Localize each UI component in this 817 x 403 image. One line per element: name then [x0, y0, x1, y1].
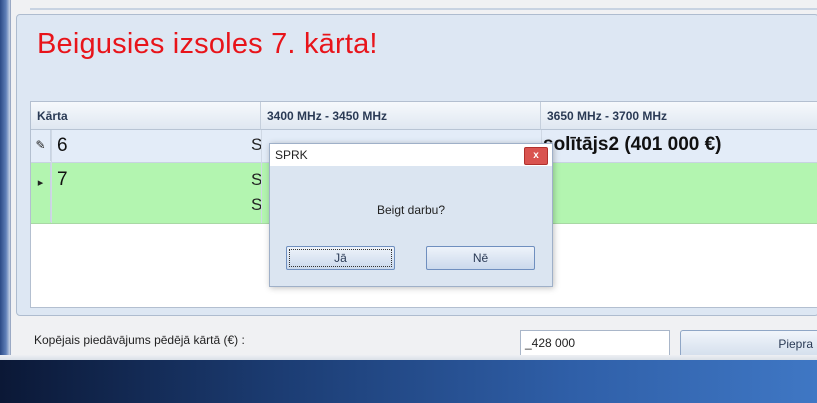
yes-button[interactable]: Jā: [286, 246, 395, 270]
total-bid-field[interactable]: _428 000: [520, 330, 670, 356]
dialog-message: Beigt darbu?: [376, 203, 446, 217]
grid-line: [51, 130, 52, 223]
close-icon[interactable]: x: [524, 147, 548, 165]
no-button[interactable]: Nē: [426, 246, 535, 270]
submit-button[interactable]: Piepra: [680, 330, 817, 358]
total-bid-label: Kopējais piedāvājums pēdējā kārtā (€) :: [34, 333, 245, 347]
column-header-band-3400[interactable]: 3400 MHz - 3450 MHz: [261, 102, 541, 130]
window-frame-edge: [0, 0, 10, 360]
edit-row-icon: ✎: [31, 130, 51, 161]
round-number: 6: [57, 135, 68, 156]
column-header-round[interactable]: Kārta: [31, 102, 261, 130]
dialog-title: SPRK: [270, 144, 552, 166]
grid-line: [261, 130, 262, 223]
round-number: 7: [57, 169, 68, 190]
current-row-arrow-icon: ▸: [31, 163, 51, 222]
top-divider: [30, 8, 817, 10]
desktop-background: [0, 360, 817, 403]
page-title: Beigusies izsoles 7. kārta!: [37, 28, 378, 60]
column-header-band-3650[interactable]: 3650 MHz - 3700 MHz: [541, 102, 817, 130]
confirm-dialog: SPRK x Beigt darbu? Jā Nē: [269, 143, 553, 287]
bid-cell-band-3650: solītājs2 (401 000 €): [543, 134, 722, 155]
